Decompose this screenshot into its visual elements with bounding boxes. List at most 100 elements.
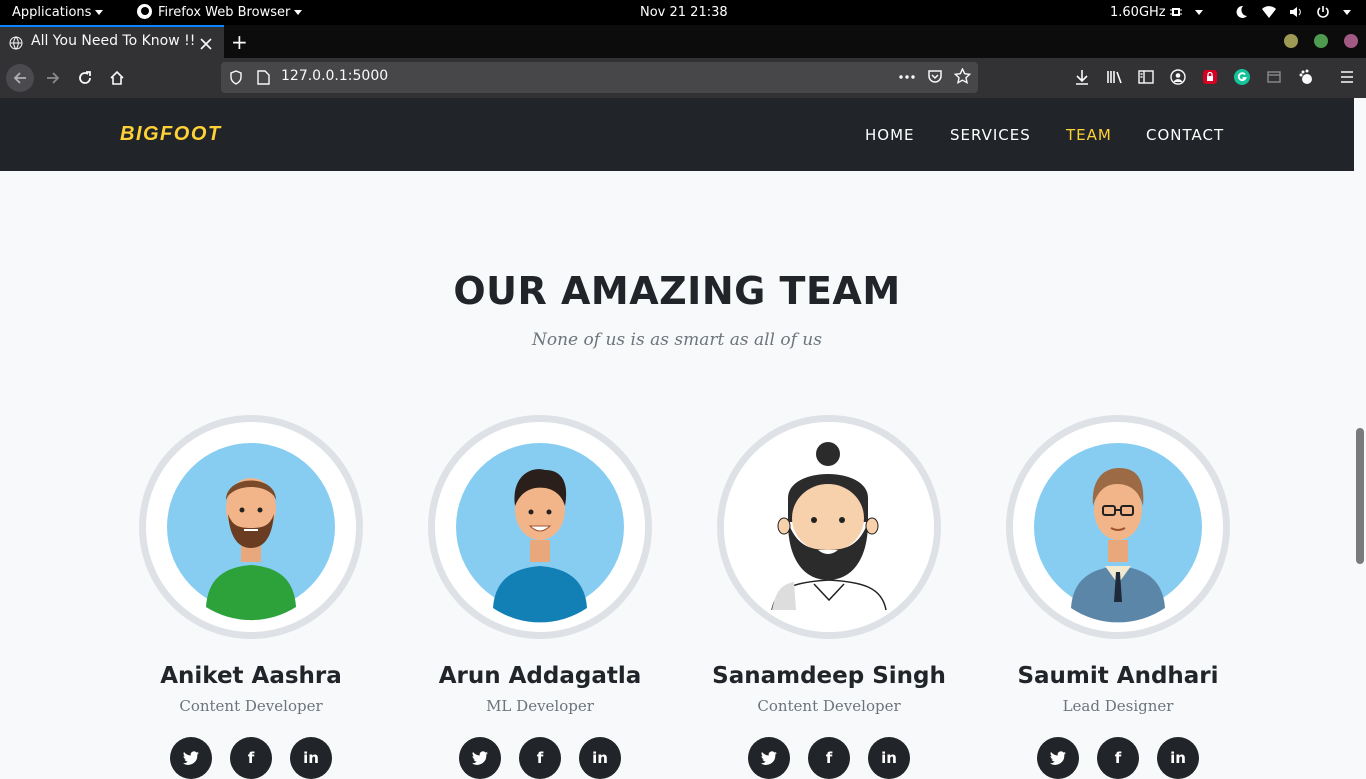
member-name: Saumit Andhari xyxy=(1017,663,1219,689)
nav-link-home[interactable]: HOME xyxy=(865,126,915,144)
brand-logo[interactable]: BIGFOOT xyxy=(120,123,222,146)
facebook-link[interactable]: f xyxy=(519,737,561,779)
applications-menu[interactable]: Applications xyxy=(12,0,104,25)
home-icon xyxy=(110,70,124,85)
chevron-down-icon[interactable] xyxy=(1343,10,1351,15)
linkedin-link[interactable]: in xyxy=(290,737,332,779)
cpu-chip-icon xyxy=(1170,8,1182,16)
url-bar[interactable]: 127.0.0.1:5000 xyxy=(221,62,978,93)
member-role: Content Developer xyxy=(757,697,901,715)
twitter-icon xyxy=(761,751,777,765)
member-name: Arun Addagatla xyxy=(438,663,642,689)
linkedin-link[interactable]: in xyxy=(1157,737,1199,779)
browser-app-menu[interactable]: Firefox Web Browser xyxy=(137,0,303,25)
site-navbar: BIGFOOT HOME SERVICES TEAM CONTACT xyxy=(0,98,1354,171)
lock-extension-icon xyxy=(1203,70,1217,84)
library-button[interactable] xyxy=(1105,68,1123,86)
team-member-card: Saumit Andhari Lead Designer f in xyxy=(1006,415,1230,779)
clock[interactable]: Nov 21 21:38 xyxy=(640,0,728,25)
more-icon[interactable] xyxy=(899,75,915,79)
twitter-link[interactable] xyxy=(748,737,790,779)
member-role: Lead Designer xyxy=(1062,697,1174,715)
member-name: Sanamdeep Singh xyxy=(712,663,946,689)
window-close-button[interactable] xyxy=(1344,34,1358,48)
twitter-icon xyxy=(1050,751,1066,765)
pocket-icon[interactable] xyxy=(927,69,943,85)
man-topknot-beard-avatar xyxy=(724,422,934,632)
back-button[interactable] xyxy=(6,64,34,92)
volume-icon[interactable] xyxy=(1289,5,1303,19)
team-section: OUR AMAZING TEAM None of us is as smart … xyxy=(0,171,1354,779)
nav-link-services[interactable]: SERVICES xyxy=(950,126,1031,144)
twitter-link[interactable] xyxy=(170,737,212,779)
browser-tab-strip: All You Need To Know !! + xyxy=(0,25,1366,58)
twitter-link[interactable] xyxy=(1037,737,1079,779)
hamburger-icon xyxy=(1341,71,1353,83)
library-icon xyxy=(1107,71,1122,84)
arrow-left-icon xyxy=(13,72,26,84)
menu-button[interactable] xyxy=(1338,68,1356,86)
page-scrollbar-thumb[interactable] xyxy=(1356,428,1364,564)
downloads-button[interactable] xyxy=(1073,68,1091,86)
window-icon xyxy=(1267,71,1281,83)
tab-title: All You Need To Know !! xyxy=(31,33,196,49)
facebook-link[interactable]: f xyxy=(230,737,272,779)
browser-app-label: Firefox Web Browser xyxy=(158,5,291,20)
download-icon xyxy=(1076,70,1088,85)
home-button[interactable] xyxy=(103,64,131,92)
wifi-icon[interactable] xyxy=(1262,5,1276,19)
browser-navigation-bar: 127.0.0.1:5000 xyxy=(0,58,1366,98)
chevron-down-icon[interactable] xyxy=(1195,10,1203,15)
grammarly-button[interactable] xyxy=(1233,68,1251,86)
os-top-panel: Applications Firefox Web Browser Nov 21 … xyxy=(0,0,1366,25)
minimize-button[interactable] xyxy=(1284,34,1298,48)
applications-label: Applications xyxy=(12,5,92,20)
twitter-icon xyxy=(183,751,199,765)
night-mode-icon[interactable] xyxy=(1234,5,1248,19)
reload-icon xyxy=(79,71,91,84)
chevron-down-icon xyxy=(95,10,104,15)
grammarly-icon xyxy=(1234,69,1250,85)
facebook-link[interactable]: f xyxy=(1097,737,1139,779)
browser-tab-active[interactable]: All You Need To Know !! xyxy=(0,25,224,58)
shield-icon[interactable] xyxy=(229,70,243,85)
linkedin-link[interactable]: in xyxy=(579,737,621,779)
new-tab-button[interactable]: + xyxy=(231,30,248,54)
globe-icon xyxy=(9,36,23,50)
linkedin-link[interactable]: in xyxy=(868,737,910,779)
reload-button[interactable] xyxy=(71,64,99,92)
member-role: ML Developer xyxy=(486,697,594,715)
twitter-link[interactable] xyxy=(459,737,501,779)
man-blue-shirt-avatar xyxy=(456,443,624,623)
man-beard-green-shirt-avatar xyxy=(167,443,335,621)
sidebar-icon xyxy=(1138,70,1154,84)
nav-link-team[interactable]: TEAM xyxy=(1066,126,1112,144)
member-name: Aniket Aashra xyxy=(160,663,342,689)
cpu-frequency: 1.60GHz xyxy=(1110,5,1166,20)
account-button[interactable] xyxy=(1169,68,1187,86)
star-icon[interactable] xyxy=(954,68,971,85)
avatar xyxy=(139,415,363,639)
extension-lock-button[interactable] xyxy=(1201,68,1219,86)
avatar xyxy=(1006,415,1230,639)
sidebar-button[interactable] xyxy=(1137,68,1155,86)
avatar xyxy=(428,415,652,639)
section-subheading: None of us is as smart as all of us xyxy=(532,330,822,350)
team-member-card: Sanamdeep Singh Content Developer f in xyxy=(712,415,946,779)
maximize-button[interactable] xyxy=(1314,34,1328,48)
container-tab-button[interactable] xyxy=(1265,68,1283,86)
page-icon[interactable] xyxy=(257,70,270,85)
nav-link-contact[interactable]: CONTACT xyxy=(1146,126,1224,144)
forward-button[interactable] xyxy=(39,64,67,92)
gnome-extension-button[interactable] xyxy=(1297,68,1315,86)
team-member-card: Aniket Aashra Content Developer f in xyxy=(139,415,363,779)
power-icon[interactable] xyxy=(1316,5,1330,19)
facebook-link[interactable]: f xyxy=(808,737,850,779)
section-heading: OUR AMAZING TEAM xyxy=(453,269,901,313)
man-suit-glasses-avatar xyxy=(1034,443,1202,623)
close-icon[interactable] xyxy=(199,37,213,51)
twitter-icon xyxy=(472,751,488,765)
url-text[interactable]: 127.0.0.1:5000 xyxy=(281,68,388,84)
member-role: Content Developer xyxy=(179,697,323,715)
team-member-card: Arun Addagatla ML Developer f in xyxy=(428,415,652,779)
